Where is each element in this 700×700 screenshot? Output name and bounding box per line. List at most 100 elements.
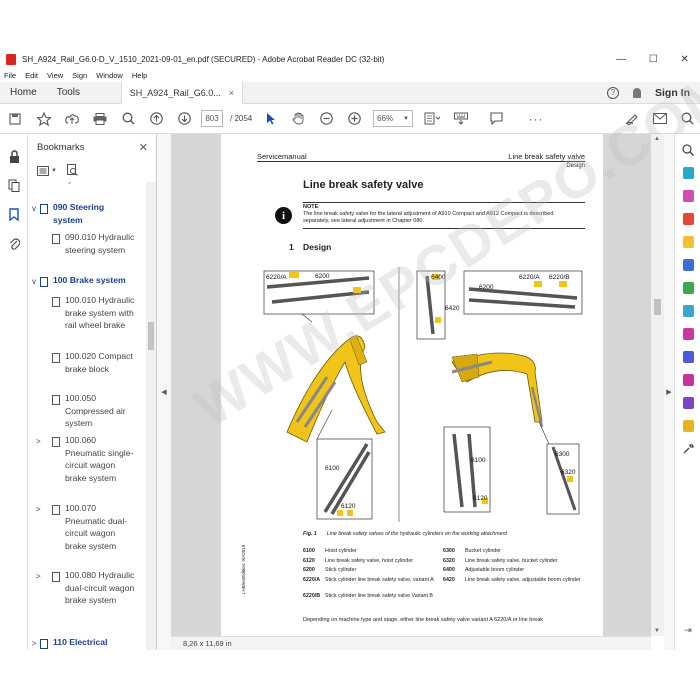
attachment-paperclip-icon[interactable] <box>0 229 28 258</box>
edit-pdf-icon[interactable] <box>675 276 700 299</box>
scan-ocr-icon[interactable] <box>675 299 700 322</box>
expand-toggle[interactable]: v <box>28 274 40 287</box>
upload-cloud-icon[interactable] <box>58 104 86 134</box>
bookmark-star-icon[interactable] <box>30 104 58 134</box>
zoom-search-icon[interactable] <box>114 104 142 134</box>
sign-in-button[interactable]: Sign In <box>655 87 690 99</box>
select-cursor-icon[interactable] <box>258 104 284 134</box>
bookmark-options-icon[interactable]: ▼ <box>37 166 57 176</box>
tab-tools[interactable]: Tools <box>47 82 121 104</box>
legend-row: 6100 Hoist cylinder <box>303 548 435 555</box>
zoom-tool-icon[interactable] <box>675 138 700 161</box>
expand-toggle[interactable]: > <box>28 434 52 484</box>
comment-icon[interactable] <box>476 104 516 134</box>
bookmark-item-100-010[interactable]: 100.010 Hydraulic brake system with rail… <box>28 294 146 332</box>
expand-toggle[interactable]: > <box>28 502 52 552</box>
scroll-up-arrow[interactable]: ▲ <box>654 136 660 142</box>
email-icon[interactable] <box>646 104 674 134</box>
protect-shield-icon[interactable] <box>675 345 700 368</box>
legend-code: 6320 <box>443 557 455 564</box>
bookmarks-panel-icon[interactable] <box>0 200 28 229</box>
sign-pen-icon[interactable] <box>618 104 646 134</box>
close-tab-icon[interactable]: × <box>229 88 234 98</box>
organize-pages-icon[interactable] <box>675 184 700 207</box>
close-panel-icon[interactable]: ✕ <box>139 141 148 154</box>
menu-edit[interactable]: Edit <box>25 71 38 80</box>
bookmark-item[interactable]: cylinder <box>28 182 146 185</box>
help-icon[interactable]: ? <box>607 86 619 99</box>
bookmark-item-100-050[interactable]: 100.050 Compressed air system <box>28 392 146 430</box>
bookmark-icon <box>40 639 48 649</box>
bookmark-label: 100.010 Hydraulic brake system with rail… <box>65 295 135 331</box>
page-number-input[interactable]: 803 <box>201 110 223 127</box>
create-pdf-icon[interactable] <box>675 207 700 230</box>
bookmark-item-110[interactable]: > 110 Electrical <box>28 636 146 649</box>
zoom-level-select[interactable]: 66% ▼ <box>373 110 413 127</box>
bookmark-item-100[interactable]: v 100 Brake system <box>28 274 146 287</box>
section-number: 1 <box>289 242 294 252</box>
previous-page-icon[interactable] <box>142 104 170 134</box>
menu-sign[interactable]: Sign <box>72 71 87 80</box>
print-icon[interactable] <box>86 104 114 134</box>
menu-file[interactable]: File <box>4 71 16 80</box>
tab-document[interactable]: SH_A924_Rail_G6.0... × <box>120 81 244 104</box>
expand-rail-icon[interactable]: ⇥ <box>675 619 700 642</box>
callout-label: 6220/B <box>549 274 570 281</box>
menu-view[interactable]: View <box>47 71 63 80</box>
keyboard-scroll-icon[interactable] <box>446 104 476 134</box>
more-tools-icon[interactable]: ··· <box>516 104 556 134</box>
scroll-down-arrow[interactable]: ▼ <box>654 628 660 634</box>
tab-home[interactable]: Home <box>0 82 47 104</box>
save-icon[interactable] <box>0 104 30 134</box>
callout-label: 6120 <box>473 495 488 502</box>
notifications-bell-icon[interactable] <box>633 87 641 98</box>
bookmark-item-090-010[interactable]: 090.010 Hydraulic steering system <box>28 231 146 256</box>
send-for-review-icon[interactable] <box>675 414 700 437</box>
document-scroll-thumb[interactable] <box>654 299 661 315</box>
next-page-icon[interactable] <box>170 104 198 134</box>
combine-files-icon[interactable] <box>675 253 700 276</box>
page-thumbnails-icon[interactable] <box>0 171 28 200</box>
bookmark-item-100-060[interactable]: > 100.060 Pneumatic single-circuit wagon… <box>28 434 146 484</box>
minimize-button[interactable]: — <box>616 54 626 65</box>
page-header-subsection: Design <box>566 163 585 169</box>
export-pdf-icon[interactable] <box>675 161 700 184</box>
fill-sign-icon[interactable] <box>675 322 700 345</box>
bookmarks-scroll-thumb[interactable] <box>148 322 154 350</box>
left-nav-rail <box>0 134 28 650</box>
prepare-form-icon[interactable] <box>675 368 700 391</box>
hand-tool-icon[interactable] <box>284 104 312 134</box>
find-bookmark-icon[interactable] <box>66 164 78 178</box>
zoom-out-icon[interactable] <box>312 104 340 134</box>
maximize-button[interactable]: ☐ <box>649 54 658 65</box>
bookmarks-scrollbar[interactable] <box>146 182 156 650</box>
bookmark-item-100-020[interactable]: 100.020 Compact brake block <box>28 350 146 375</box>
legend-text: Adjustable boom cylinder <box>465 567 525 573</box>
valve-shape <box>559 281 567 287</box>
bookmark-label: 100.050 Compressed air system <box>65 393 126 429</box>
search-icon[interactable] <box>674 104 700 134</box>
expand-toggle[interactable]: > <box>28 636 40 649</box>
collapse-left-panel-icon[interactable]: ◀ <box>157 134 171 650</box>
menu-window[interactable]: Window <box>96 71 123 80</box>
valve-shape <box>347 510 353 516</box>
expand-toggle[interactable]: > <box>28 569 52 607</box>
more-tools-wrench-icon[interactable] <box>675 437 700 460</box>
title-bar: SH_A924_Rail_G6.0-D_V_1510_2021-09-01_en… <box>0 50 700 68</box>
zoom-in-icon[interactable] <box>340 104 368 134</box>
bookmark-label: 100.060 Pneumatic single-circuit wagon b… <box>65 435 134 483</box>
bookmark-item-090[interactable]: v 090 Steering system <box>28 201 146 226</box>
collapse-right-panel-icon[interactable]: ▶ <box>664 134 674 650</box>
page-fit-icon[interactable] <box>418 104 446 134</box>
lock-icon[interactable] <box>0 142 28 171</box>
callout-label: 6200 <box>315 273 330 280</box>
expand-toggle[interactable]: v <box>28 201 40 226</box>
bookmark-item-100-080[interactable]: > 100.080 Hydraulic dual-circuit wagon b… <box>28 569 146 607</box>
close-window-button[interactable]: ✕ <box>680 54 688 65</box>
menu-help[interactable]: Help <box>132 71 147 80</box>
comment-tool-icon[interactable] <box>675 230 700 253</box>
document-scrollbar[interactable]: ▲ ▼ <box>651 134 664 636</box>
valve-shape <box>289 272 299 278</box>
bookmark-item-100-070[interactable]: > 100.070 Pneumatic dual-circuit wagon b… <box>28 502 146 552</box>
request-signature-icon[interactable] <box>675 391 700 414</box>
